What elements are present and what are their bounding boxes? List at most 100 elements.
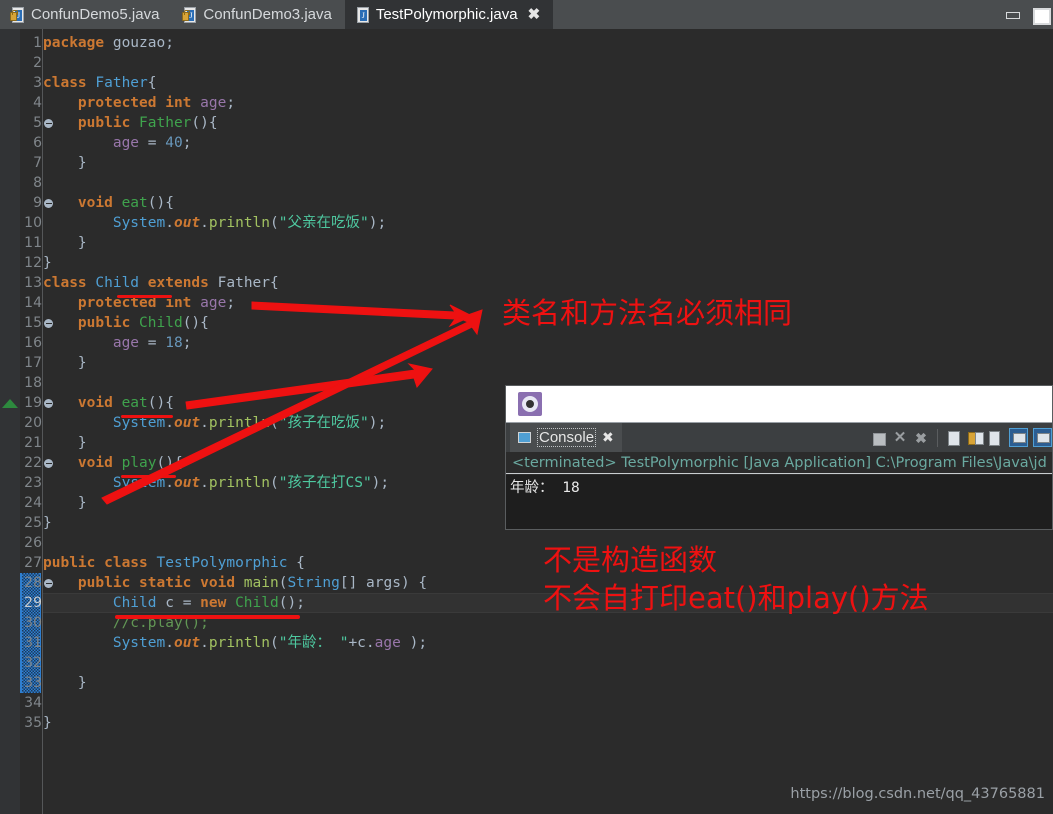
line-number: 30: [24, 615, 42, 631]
gear-icon[interactable]: [518, 392, 542, 416]
tab-testpolymorphic[interactable]: J TestPolymorphic.java ✖: [344, 0, 554, 29]
display-selected-console-button[interactable]: [1033, 428, 1052, 447]
underline-play-method: [121, 475, 176, 478]
show-console-on-output-button[interactable]: [988, 430, 1004, 446]
underline-eat-method: [121, 415, 173, 418]
code-line[interactable]: }: [43, 673, 87, 693]
line-number: 6: [33, 135, 42, 151]
code-token: age: [200, 95, 227, 111]
code-token: Child: [112, 595, 157, 611]
remove-launch-button[interactable]: ✕: [892, 429, 908, 446]
code-line[interactable]: void eat(){: [43, 193, 174, 213]
minimize-icon[interactable]: [1005, 8, 1020, 21]
code-line[interactable]: }: [43, 493, 87, 513]
tab-console[interactable]: Console ✖: [510, 423, 622, 452]
pin-console-button[interactable]: [1009, 428, 1028, 447]
tab-confundemo3[interactable]: J ConfunDemo3.java: [172, 0, 345, 29]
code-line[interactable]: }: [43, 233, 87, 253]
code-token: ;: [226, 95, 236, 111]
code-line[interactable]: age = 18;: [43, 333, 192, 353]
code-token: .: [200, 415, 209, 431]
console-panel[interactable]: Console ✖ ✕ ✖ <terminated> TestPolymorph…: [505, 385, 1053, 530]
code-line[interactable]: System.out.println("孩子在打CS");: [43, 473, 389, 493]
marker-gutter[interactable]: [0, 29, 20, 814]
line-number: 3: [33, 75, 42, 91]
close-icon[interactable]: ✖: [528, 7, 541, 22]
code-token: =: [139, 135, 166, 151]
code-token: );: [368, 215, 387, 231]
code-token: }: [43, 435, 87, 451]
code-token: age: [374, 635, 401, 651]
line-number: 31: [24, 635, 42, 651]
code-line[interactable]: public static void main(String[] args) {: [43, 573, 427, 593]
maximize-icon[interactable]: [1033, 8, 1051, 25]
watermark: https://blog.csdn.net/qq_43765881: [790, 786, 1045, 802]
code-token: package: [43, 35, 113, 51]
code-token: .: [165, 215, 174, 231]
code-line[interactable]: package gouzao;: [43, 33, 174, 53]
code-line[interactable]: public class TestPolymorphic {: [43, 553, 305, 573]
code-line[interactable]: age = 40;: [43, 133, 192, 153]
code-line[interactable]: System.out.println("年龄： "+c.age );: [43, 633, 427, 653]
code-token: (: [270, 215, 279, 231]
code-line[interactable]: Child c = new Child();: [43, 593, 305, 613]
line-number: 35: [24, 715, 42, 731]
line-number: 29: [24, 595, 42, 611]
code-line[interactable]: }: [43, 433, 87, 453]
code-token: [] args) {: [339, 575, 428, 591]
code-line[interactable]: }: [43, 353, 87, 373]
code-line[interactable]: class Child extends Father{: [43, 273, 279, 293]
code-token: =: [139, 335, 166, 351]
code-token: main: [243, 575, 279, 591]
code-line[interactable]: System.out.println("父亲在吃饭");: [43, 213, 386, 233]
console-toolbar: ✕ ✖: [871, 423, 1052, 452]
code-line[interactable]: }: [43, 253, 52, 273]
code-token: }: [43, 495, 87, 511]
line-number: 1: [33, 35, 42, 51]
code-token: "父亲在吃饭": [278, 215, 369, 231]
console-tab-label: Console: [537, 428, 597, 447]
code-token: void: [77, 395, 122, 411]
override-method-marker-icon[interactable]: [2, 399, 18, 408]
line-number: 9: [33, 195, 42, 211]
line-number: 27: [24, 555, 42, 571]
code-token: void: [77, 195, 122, 211]
code-line[interactable]: System.out.println("孩子在吃饭");: [43, 413, 386, 433]
tab-confundemo5[interactable]: J ConfunDemo5.java: [0, 0, 173, 29]
code-token: protected int: [77, 95, 201, 111]
line-number: 24: [24, 495, 42, 511]
code-line[interactable]: void play(){: [43, 453, 183, 473]
remove-all-terminated-button[interactable]: ✖: [913, 430, 929, 446]
close-icon[interactable]: ✖: [602, 429, 614, 446]
code-token: out: [173, 415, 201, 431]
clear-console-button[interactable]: [946, 430, 962, 446]
code-token: ;: [226, 295, 236, 311]
code-token: ;: [182, 135, 192, 151]
scroll-lock-button[interactable]: [967, 430, 984, 446]
line-number: 8: [33, 175, 42, 191]
code-line[interactable]: protected int age;: [43, 93, 235, 113]
code-line[interactable]: public Child(){: [43, 313, 209, 333]
annotation-classname-method-same: 类名和方法名必须相同: [502, 296, 793, 330]
code-token: System: [112, 215, 166, 231]
code-token: age: [112, 135, 140, 151]
code-token: public static void: [77, 575, 244, 591]
underline-child-class: [117, 295, 172, 298]
code-line[interactable]: }: [43, 713, 52, 733]
code-line[interactable]: void eat(){: [43, 393, 174, 413]
code-token: {: [270, 275, 279, 291]
code-line[interactable]: class Father{: [43, 73, 157, 93]
terminate-button[interactable]: [871, 430, 887, 446]
line-number: 22: [24, 455, 42, 471]
line-number: 4: [33, 95, 42, 111]
code-line[interactable]: public Father(){: [43, 113, 218, 133]
code-token: "孩子在吃饭": [278, 415, 369, 431]
annotation-not-constructor: 不是构造函数: [543, 543, 718, 577]
code-line[interactable]: }: [43, 153, 87, 173]
code-line[interactable]: }: [43, 513, 52, 533]
